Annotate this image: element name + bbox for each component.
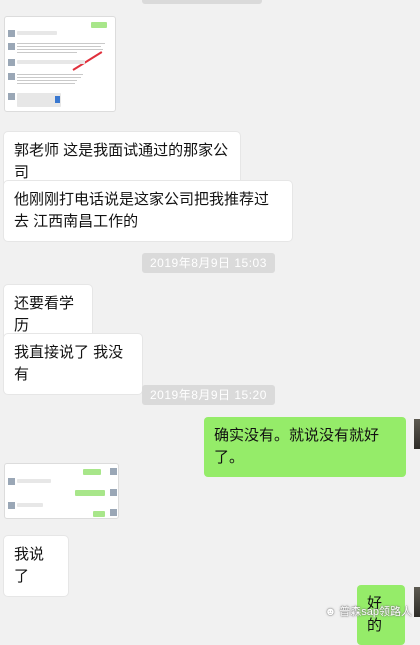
chat-message-outgoing[interactable]: 确实没有。就说没有就好了。 [204,417,406,477]
watermark: ☻ 普森sap领路人 [325,603,412,619]
chat-message[interactable]: 我说了 [4,536,68,596]
screenshot-image-message[interactable] [4,16,116,112]
timestamp: 2019年8月9日 15:20 [142,385,275,405]
chat-message[interactable]: 我直接说了 我没有 [4,334,142,394]
watermark-text: 普森sap领路人 [339,606,412,618]
avatar[interactable] [414,419,420,449]
timestamp-cropped [142,0,262,4]
timestamp: 2019年8月9日 15:03 [142,253,275,273]
file-icon [55,96,60,103]
wechat-icon: ☻ [324,606,337,618]
screenshot-image-message[interactable] [4,463,119,519]
avatar[interactable] [414,587,420,617]
chat-message[interactable]: 他刚刚打电话说是这家公司把我推荐过去 江西南昌工作的 [4,181,292,241]
